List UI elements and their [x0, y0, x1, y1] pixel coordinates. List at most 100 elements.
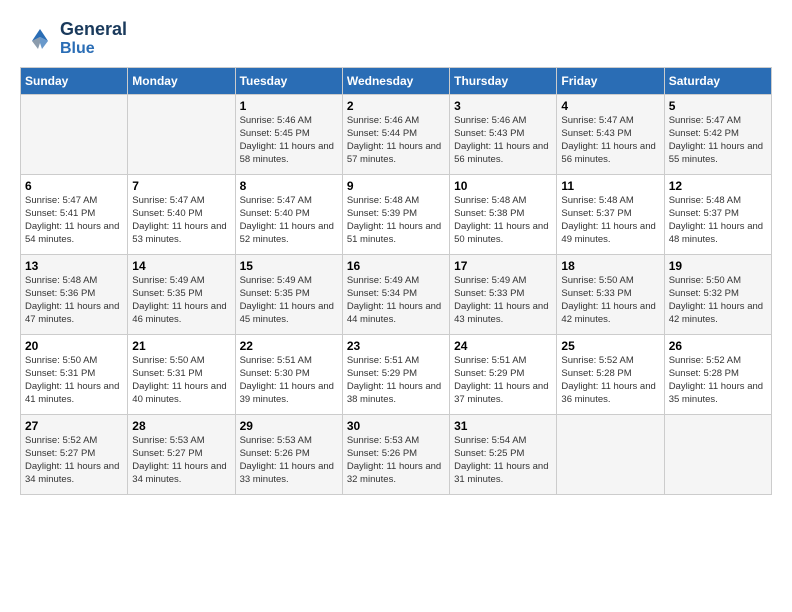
day-info: Sunrise: 5:49 AM Sunset: 5:35 PM Dayligh…: [132, 275, 230, 326]
calendar-cell: [557, 415, 664, 495]
day-number: 30: [347, 419, 445, 433]
calendar-week-3: 13 Sunrise: 5:48 AM Sunset: 5:36 PM Dayli…: [21, 255, 772, 335]
weekday-header-sunday: Sunday: [21, 68, 128, 95]
calendar-cell: 22 Sunrise: 5:51 AM Sunset: 5:30 PM Dayli…: [235, 335, 342, 415]
day-info: Sunrise: 5:53 AM Sunset: 5:27 PM Dayligh…: [132, 435, 230, 486]
day-number: 3: [454, 99, 552, 113]
day-number: 23: [347, 339, 445, 353]
day-info: Sunrise: 5:48 AM Sunset: 5:38 PM Dayligh…: [454, 195, 552, 246]
calendar-cell: 6Sunrise: 5:47 AM Sunset: 5:41 PM Daylig…: [21, 175, 128, 255]
day-number: 24: [454, 339, 552, 353]
weekday-header-wednesday: Wednesday: [342, 68, 449, 95]
calendar-cell: 28 Sunrise: 5:53 AM Sunset: 5:27 PM Dayli…: [128, 415, 235, 495]
day-number: 6: [25, 179, 123, 193]
calendar-cell: 4 Sunrise: 5:47 AM Sunset: 5:43 PM Daylig…: [557, 95, 664, 175]
day-info: Sunrise: 5:52 AM Sunset: 5:28 PM Dayligh…: [669, 355, 767, 406]
calendar-cell: 1 Sunrise: 5:46 AM Sunset: 5:45 PM Daylig…: [235, 95, 342, 175]
calendar-cell: 2 Sunrise: 5:46 AM Sunset: 5:44 PM Daylig…: [342, 95, 449, 175]
day-info: Sunrise: 5:52 AM Sunset: 5:28 PM Dayligh…: [561, 355, 659, 406]
day-info: Sunrise: 5:46 AM Sunset: 5:43 PM Dayligh…: [454, 115, 552, 166]
day-number: 10: [454, 179, 552, 193]
calendar-cell: 5 Sunrise: 5:47 AM Sunset: 5:42 PM Daylig…: [664, 95, 771, 175]
day-info: Sunrise: 5:49 AM Sunset: 5:35 PM Dayligh…: [240, 275, 338, 326]
calendar-week-2: 6Sunrise: 5:47 AM Sunset: 5:41 PM Daylig…: [21, 175, 772, 255]
day-number: 7: [132, 179, 230, 193]
weekday-header-monday: Monday: [128, 68, 235, 95]
day-number: 5: [669, 99, 767, 113]
calendar-cell: 23 Sunrise: 5:51 AM Sunset: 5:29 PM Dayli…: [342, 335, 449, 415]
day-info: Sunrise: 5:49 AM Sunset: 5:33 PM Dayligh…: [454, 275, 552, 326]
calendar-cell: 27 Sunrise: 5:52 AM Sunset: 5:27 PM Dayli…: [21, 415, 128, 495]
day-info: Sunrise: 5:47 AM Sunset: 5:42 PM Dayligh…: [669, 115, 767, 166]
day-number: 31: [454, 419, 552, 433]
calendar-cell: 13 Sunrise: 5:48 AM Sunset: 5:36 PM Dayli…: [21, 255, 128, 335]
calendar-cell: 14 Sunrise: 5:49 AM Sunset: 5:35 PM Dayli…: [128, 255, 235, 335]
weekday-header-tuesday: Tuesday: [235, 68, 342, 95]
day-number: 11: [561, 179, 659, 193]
day-number: 26: [669, 339, 767, 353]
day-info: Sunrise: 5:46 AM Sunset: 5:45 PM Dayligh…: [240, 115, 338, 166]
day-info: Sunrise: 5:50 AM Sunset: 5:32 PM Dayligh…: [669, 275, 767, 326]
day-info: Sunrise: 5:50 AM Sunset: 5:31 PM Dayligh…: [132, 355, 230, 406]
day-number: 9: [347, 179, 445, 193]
day-info: Sunrise: 5:49 AM Sunset: 5:34 PM Dayligh…: [347, 275, 445, 326]
calendar-body: 1 Sunrise: 5:46 AM Sunset: 5:45 PM Daylig…: [21, 95, 772, 495]
day-info: Sunrise: 5:51 AM Sunset: 5:30 PM Dayligh…: [240, 355, 338, 406]
weekday-header-thursday: Thursday: [450, 68, 557, 95]
day-info: Sunrise: 5:48 AM Sunset: 5:36 PM Dayligh…: [25, 275, 123, 326]
calendar-cell: 19 Sunrise: 5:50 AM Sunset: 5:32 PM Dayli…: [664, 255, 771, 335]
calendar-cell: 17 Sunrise: 5:49 AM Sunset: 5:33 PM Dayli…: [450, 255, 557, 335]
page-header: General Blue: [20, 20, 772, 57]
day-number: 13: [25, 259, 123, 273]
calendar-cell: 21 Sunrise: 5:50 AM Sunset: 5:31 PM Dayli…: [128, 335, 235, 415]
calendar-week-4: 20 Sunrise: 5:50 AM Sunset: 5:31 PM Dayli…: [21, 335, 772, 415]
day-number: 27: [25, 419, 123, 433]
calendar-cell: [21, 95, 128, 175]
calendar-cell: 3 Sunrise: 5:46 AM Sunset: 5:43 PM Daylig…: [450, 95, 557, 175]
day-number: 4: [561, 99, 659, 113]
day-info: Sunrise: 5:47 AM Sunset: 5:40 PM Dayligh…: [132, 195, 230, 246]
day-number: 17: [454, 259, 552, 273]
day-number: 19: [669, 259, 767, 273]
day-info: Sunrise: 5:47 AM Sunset: 5:43 PM Dayligh…: [561, 115, 659, 166]
calendar-cell: 20 Sunrise: 5:50 AM Sunset: 5:31 PM Dayli…: [21, 335, 128, 415]
day-info: Sunrise: 5:48 AM Sunset: 5:37 PM Dayligh…: [561, 195, 659, 246]
day-info: Sunrise: 5:53 AM Sunset: 5:26 PM Dayligh…: [347, 435, 445, 486]
day-number: 8: [240, 179, 338, 193]
day-number: 25: [561, 339, 659, 353]
day-info: Sunrise: 5:53 AM Sunset: 5:26 PM Dayligh…: [240, 435, 338, 486]
calendar-cell: 12Sunrise: 5:48 AM Sunset: 5:37 PM Dayli…: [664, 175, 771, 255]
day-info: Sunrise: 5:51 AM Sunset: 5:29 PM Dayligh…: [347, 355, 445, 406]
day-info: Sunrise: 5:52 AM Sunset: 5:27 PM Dayligh…: [25, 435, 123, 486]
calendar-cell: [664, 415, 771, 495]
day-number: 1: [240, 99, 338, 113]
day-info: Sunrise: 5:54 AM Sunset: 5:25 PM Dayligh…: [454, 435, 552, 486]
calendar-table: SundayMondayTuesdayWednesdayThursdayFrid…: [20, 67, 772, 495]
calendar-cell: 29 Sunrise: 5:53 AM Sunset: 5:26 PM Dayli…: [235, 415, 342, 495]
day-info: Sunrise: 5:50 AM Sunset: 5:33 PM Dayligh…: [561, 275, 659, 326]
day-info: Sunrise: 5:46 AM Sunset: 5:44 PM Dayligh…: [347, 115, 445, 166]
day-number: 29: [240, 419, 338, 433]
day-number: 16: [347, 259, 445, 273]
calendar-cell: 26 Sunrise: 5:52 AM Sunset: 5:28 PM Dayli…: [664, 335, 771, 415]
logo: General Blue: [20, 20, 127, 57]
day-number: 2: [347, 99, 445, 113]
day-number: 14: [132, 259, 230, 273]
calendar-cell: 9Sunrise: 5:48 AM Sunset: 5:39 PM Daylig…: [342, 175, 449, 255]
calendar-week-5: 27 Sunrise: 5:52 AM Sunset: 5:27 PM Dayli…: [21, 415, 772, 495]
day-info: Sunrise: 5:50 AM Sunset: 5:31 PM Dayligh…: [25, 355, 123, 406]
calendar-cell: 18Sunrise: 5:50 AM Sunset: 5:33 PM Dayli…: [557, 255, 664, 335]
calendar-cell: 10 Sunrise: 5:48 AM Sunset: 5:38 PM Dayli…: [450, 175, 557, 255]
day-info: Sunrise: 5:47 AM Sunset: 5:40 PM Dayligh…: [240, 195, 338, 246]
calendar-cell: [128, 95, 235, 175]
calendar-week-1: 1 Sunrise: 5:46 AM Sunset: 5:45 PM Daylig…: [21, 95, 772, 175]
calendar-header: SundayMondayTuesdayWednesdayThursdayFrid…: [21, 68, 772, 95]
weekday-header-saturday: Saturday: [664, 68, 771, 95]
day-number: 20: [25, 339, 123, 353]
calendar-cell: 8 Sunrise: 5:47 AM Sunset: 5:40 PM Daylig…: [235, 175, 342, 255]
day-number: 15: [240, 259, 338, 273]
header-row: SundayMondayTuesdayWednesdayThursdayFrid…: [21, 68, 772, 95]
day-number: 22: [240, 339, 338, 353]
day-number: 28: [132, 419, 230, 433]
day-number: 21: [132, 339, 230, 353]
